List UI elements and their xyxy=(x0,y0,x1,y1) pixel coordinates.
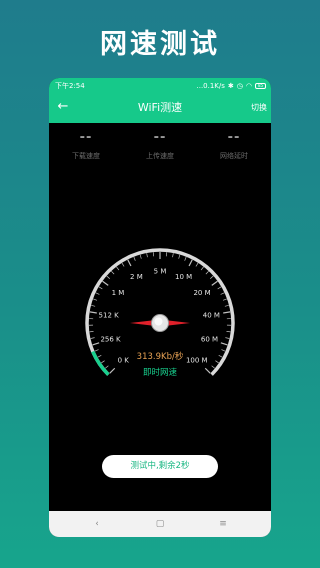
promo-title: 网速测试 xyxy=(100,29,220,60)
gauge-tick xyxy=(220,292,225,295)
gauge-tick xyxy=(93,298,98,301)
gauge-tick xyxy=(225,337,230,339)
phone-screen: 下午2:54 ...0.1K/s ✱ ◷ ◠ 85 ← WiFi测速 切换 --… xyxy=(49,78,271,537)
gauge-scale-label: 60 M xyxy=(201,336,218,344)
stat-value: -- xyxy=(153,130,167,145)
gauge-tick xyxy=(90,337,95,339)
gauge-tick xyxy=(226,331,231,333)
gauge-scale-label: 5 M xyxy=(154,268,167,276)
gauge-tick xyxy=(200,266,204,271)
status-bar: 下午2:54 ...0.1K/s ✱ ◷ ◠ 85 xyxy=(49,78,271,93)
gauge-tick xyxy=(211,280,218,286)
gauge-tick xyxy=(205,271,209,275)
gauge-scale-label: 40 M xyxy=(203,311,220,319)
nav-home-icon[interactable]: ▢ xyxy=(145,519,175,529)
gauge-tick xyxy=(127,259,132,267)
gauge-tick xyxy=(223,311,231,314)
status-icons: ...0.1K/s ✱ ◷ ◠ 85 xyxy=(196,81,266,90)
stat-label: 上传速度 xyxy=(146,152,174,160)
gauge-tick xyxy=(146,253,148,258)
gauge-tick xyxy=(178,254,181,259)
stat-download: -- 下载速度 xyxy=(49,128,123,168)
stat-upload: -- 上传速度 xyxy=(123,128,197,168)
stat-value: -- xyxy=(227,130,241,145)
gauge-scale-label: 1 M xyxy=(112,289,125,297)
current-speed-label: 即时网速 xyxy=(142,368,177,378)
gauge-tick xyxy=(195,262,199,267)
stat-value: -- xyxy=(79,130,93,145)
gauge-hub-shine xyxy=(154,317,163,326)
gauge-tick xyxy=(98,286,103,290)
gauge-tick xyxy=(184,256,187,261)
network-speed: ...0.1K/s xyxy=(196,81,225,90)
current-speed: 313.9Kb/秒 xyxy=(136,352,184,362)
gauge-scale-label: 512 K xyxy=(99,311,120,319)
status-time: 下午2:54 xyxy=(55,81,85,90)
test-status-button[interactable]: 测试中,剩余2秒 xyxy=(102,455,218,478)
gauge-tick xyxy=(89,331,94,333)
gauge-scale-label: 10 M xyxy=(175,273,192,281)
gauge-tick xyxy=(172,253,174,258)
gauge-tick xyxy=(224,305,229,307)
nav-menu-icon[interactable]: ≡ xyxy=(208,519,238,529)
gauge-tick xyxy=(116,266,120,271)
app-bar: ← WiFi测速 切换 xyxy=(49,93,271,123)
gauge-tick xyxy=(217,286,222,290)
app-title: WiFi测速 xyxy=(137,101,183,114)
stat-label: 网络延时 xyxy=(220,152,248,160)
gauge-tick xyxy=(139,254,142,259)
gauge-tick xyxy=(222,298,227,301)
gauge-tick xyxy=(210,275,214,279)
switch-button[interactable]: 切换 xyxy=(251,93,267,123)
battery-icon: 85 xyxy=(255,82,266,89)
gauge-scale-label: 20 M xyxy=(193,289,210,297)
nav-back-icon[interactable]: ‹ xyxy=(82,519,112,529)
system-nav-bar: ‹ ▢ ≡ xyxy=(49,511,271,537)
gauge-tick xyxy=(89,311,97,314)
gauge-tick xyxy=(92,342,100,346)
wifi-icon: ◠ xyxy=(245,81,252,90)
gauge-tick xyxy=(188,259,193,267)
gauge-tick xyxy=(121,262,125,267)
gauge-tick xyxy=(220,342,228,346)
gauge-tick xyxy=(133,256,136,261)
gauge-tick xyxy=(111,271,115,275)
stat-label: 下载速度 xyxy=(72,152,100,160)
stats-row: -- 下载速度 -- 上传速度 -- 网络延时 xyxy=(49,128,271,168)
gauge-scale-label: 2 M xyxy=(130,273,143,281)
gauge-tick xyxy=(95,292,100,295)
gauge-scale-label: 256 K xyxy=(100,336,121,344)
gauge-tick xyxy=(91,305,96,307)
stat-latency: -- 网络延时 xyxy=(197,128,271,168)
bluetooth-icon: ✱ xyxy=(227,81,234,90)
gauge-tick xyxy=(102,280,109,286)
alarm-icon: ◷ xyxy=(236,81,243,90)
gauge-tick xyxy=(106,275,110,279)
